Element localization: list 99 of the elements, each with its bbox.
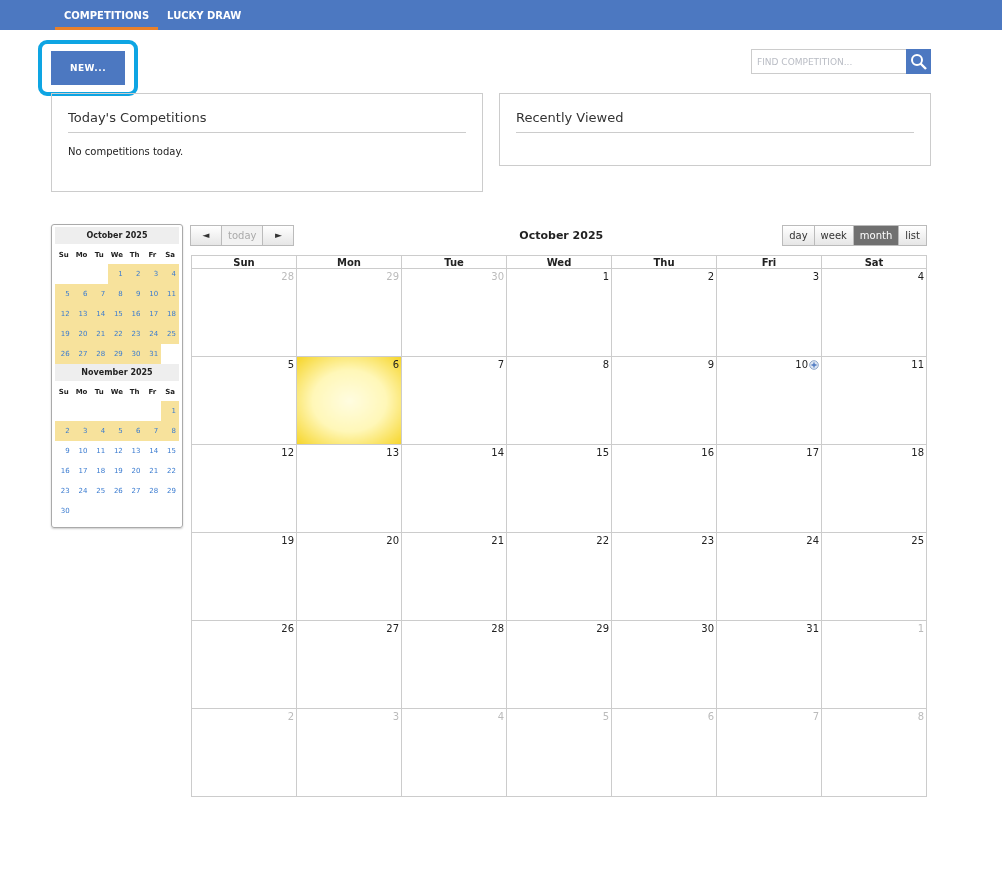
day-cell[interactable]: 13 xyxy=(296,444,402,533)
month-title: October 2025 xyxy=(55,227,179,244)
day-number: 24 xyxy=(806,535,819,546)
search-field[interactable]: FIND COMPETITION... xyxy=(751,49,906,74)
day-cell[interactable]: 18 xyxy=(821,444,927,533)
weekday-header: Sat xyxy=(821,255,927,269)
day-cell[interactable]: 1 xyxy=(506,268,612,357)
day-number: 4 xyxy=(497,711,504,722)
weekday-header: Mon xyxy=(296,255,402,269)
day-cell[interactable]: 8 xyxy=(506,356,612,445)
day-number: 20 xyxy=(386,535,399,546)
day-number: 18 xyxy=(911,447,924,458)
day-number: 7 xyxy=(812,711,819,722)
day-number: 2 xyxy=(707,271,714,282)
day-number: 14 xyxy=(491,447,504,458)
day-number: 8 xyxy=(602,359,609,370)
day-cell[interactable]: 24 xyxy=(716,532,822,621)
day-cell[interactable]: 22 xyxy=(506,532,612,621)
view-tab[interactable]: month xyxy=(852,224,900,246)
day-number: 31 xyxy=(806,623,819,634)
day-number: 2 xyxy=(287,711,294,722)
day-number: 17 xyxy=(806,447,819,458)
day-cell[interactable]: 28 xyxy=(401,620,507,709)
day-number: 30 xyxy=(701,623,714,634)
weekday-header: Tue xyxy=(401,255,507,269)
previous-button[interactable]: ◄ xyxy=(190,224,222,246)
weekday-header: Thu xyxy=(611,255,717,269)
day-number: 1 xyxy=(917,623,924,634)
day-number: 29 xyxy=(386,271,399,282)
day-cell[interactable]: 31 xyxy=(716,620,822,709)
search-button[interactable] xyxy=(906,49,931,74)
day-number: 6 xyxy=(392,359,399,370)
day-cell[interactable]: 23 xyxy=(611,532,717,621)
day-number: 5 xyxy=(602,711,609,722)
day-cell[interactable]: 11 xyxy=(821,356,927,445)
weekday-header: Wed xyxy=(506,255,612,269)
day-number: 3 xyxy=(812,271,819,282)
day-number: 29 xyxy=(596,623,609,634)
next-button[interactable]: ► xyxy=(262,224,295,246)
day-number: 8 xyxy=(917,711,924,722)
day-number: 27 xyxy=(386,623,399,634)
day-cell[interactable]: 29 xyxy=(506,620,612,709)
day-cell[interactable]: 10 xyxy=(716,356,822,445)
day-number: 6 xyxy=(707,711,714,722)
nav-tab[interactable]: LUCKY DRAW xyxy=(158,0,251,30)
today-cell[interactable]: 6 xyxy=(296,356,402,445)
calendar-title: October 2025 xyxy=(519,228,604,242)
view-tab[interactable]: week xyxy=(813,224,854,246)
day-cell[interactable]: 4 xyxy=(821,268,927,357)
weekday-header: Sun xyxy=(191,255,297,269)
day-cell[interactable]: 30 xyxy=(611,620,717,709)
day-number: 10 xyxy=(795,359,808,370)
day-number: 9 xyxy=(707,359,714,370)
panel-title: Today's Competitions xyxy=(68,110,466,133)
add-icon[interactable] xyxy=(809,359,819,370)
day-number: 1 xyxy=(602,271,609,282)
day-cell[interactable]: 25 xyxy=(821,532,927,621)
view-tab[interactable]: list xyxy=(898,224,927,246)
day-cell[interactable]: 26 xyxy=(191,620,297,709)
day-number: 28 xyxy=(491,623,504,634)
weekday-header: Fri xyxy=(716,255,822,269)
day-number: 15 xyxy=(596,447,609,458)
day-number: 22 xyxy=(596,535,609,546)
day-cell[interactable]: 7 xyxy=(401,356,507,445)
new-button[interactable]: NEW... xyxy=(51,51,125,85)
day-number: 23 xyxy=(701,535,714,546)
day-number: 21 xyxy=(491,535,504,546)
day-number: 30 xyxy=(491,271,504,282)
day-cell[interactable]: 15 xyxy=(506,444,612,533)
day-number: 7 xyxy=(497,359,504,370)
day-number: 4 xyxy=(917,271,924,282)
day-number: 12 xyxy=(281,447,294,458)
day-cell[interactable]: 12 xyxy=(191,444,297,533)
day-number: 16 xyxy=(701,447,714,458)
day-number: 28 xyxy=(281,271,294,282)
day-cell[interactable]: 9 xyxy=(611,356,717,445)
day-number: 19 xyxy=(281,535,294,546)
day-cell[interactable]: 19 xyxy=(191,532,297,621)
day-number: 26 xyxy=(281,623,294,634)
month-title: November 2025 xyxy=(55,364,179,381)
day-cell[interactable]: 16 xyxy=(611,444,717,533)
view-tab[interactable]: day xyxy=(782,224,815,246)
day-cell[interactable]: 20 xyxy=(296,532,402,621)
day-number: 11 xyxy=(911,359,924,370)
day-number: 25 xyxy=(911,535,924,546)
day-number: 13 xyxy=(386,447,399,458)
nav-tab[interactable]: COMPETITIONS xyxy=(55,0,159,30)
search-icon xyxy=(909,52,928,71)
day-number: 3 xyxy=(392,711,399,722)
day-cell[interactable]: 17 xyxy=(716,444,822,533)
day-cell[interactable]: 2 xyxy=(611,268,717,357)
day-number: 5 xyxy=(287,359,294,370)
day-cell[interactable]: 14 xyxy=(401,444,507,533)
panel-title: Recently Viewed xyxy=(516,110,914,133)
day-cell[interactable]: 3 xyxy=(716,268,822,357)
empty-message: No competitions today. xyxy=(68,146,185,157)
day-cell[interactable]: 27 xyxy=(296,620,402,709)
day-cell[interactable]: 21 xyxy=(401,532,507,621)
day-cell[interactable]: 5 xyxy=(191,356,297,445)
